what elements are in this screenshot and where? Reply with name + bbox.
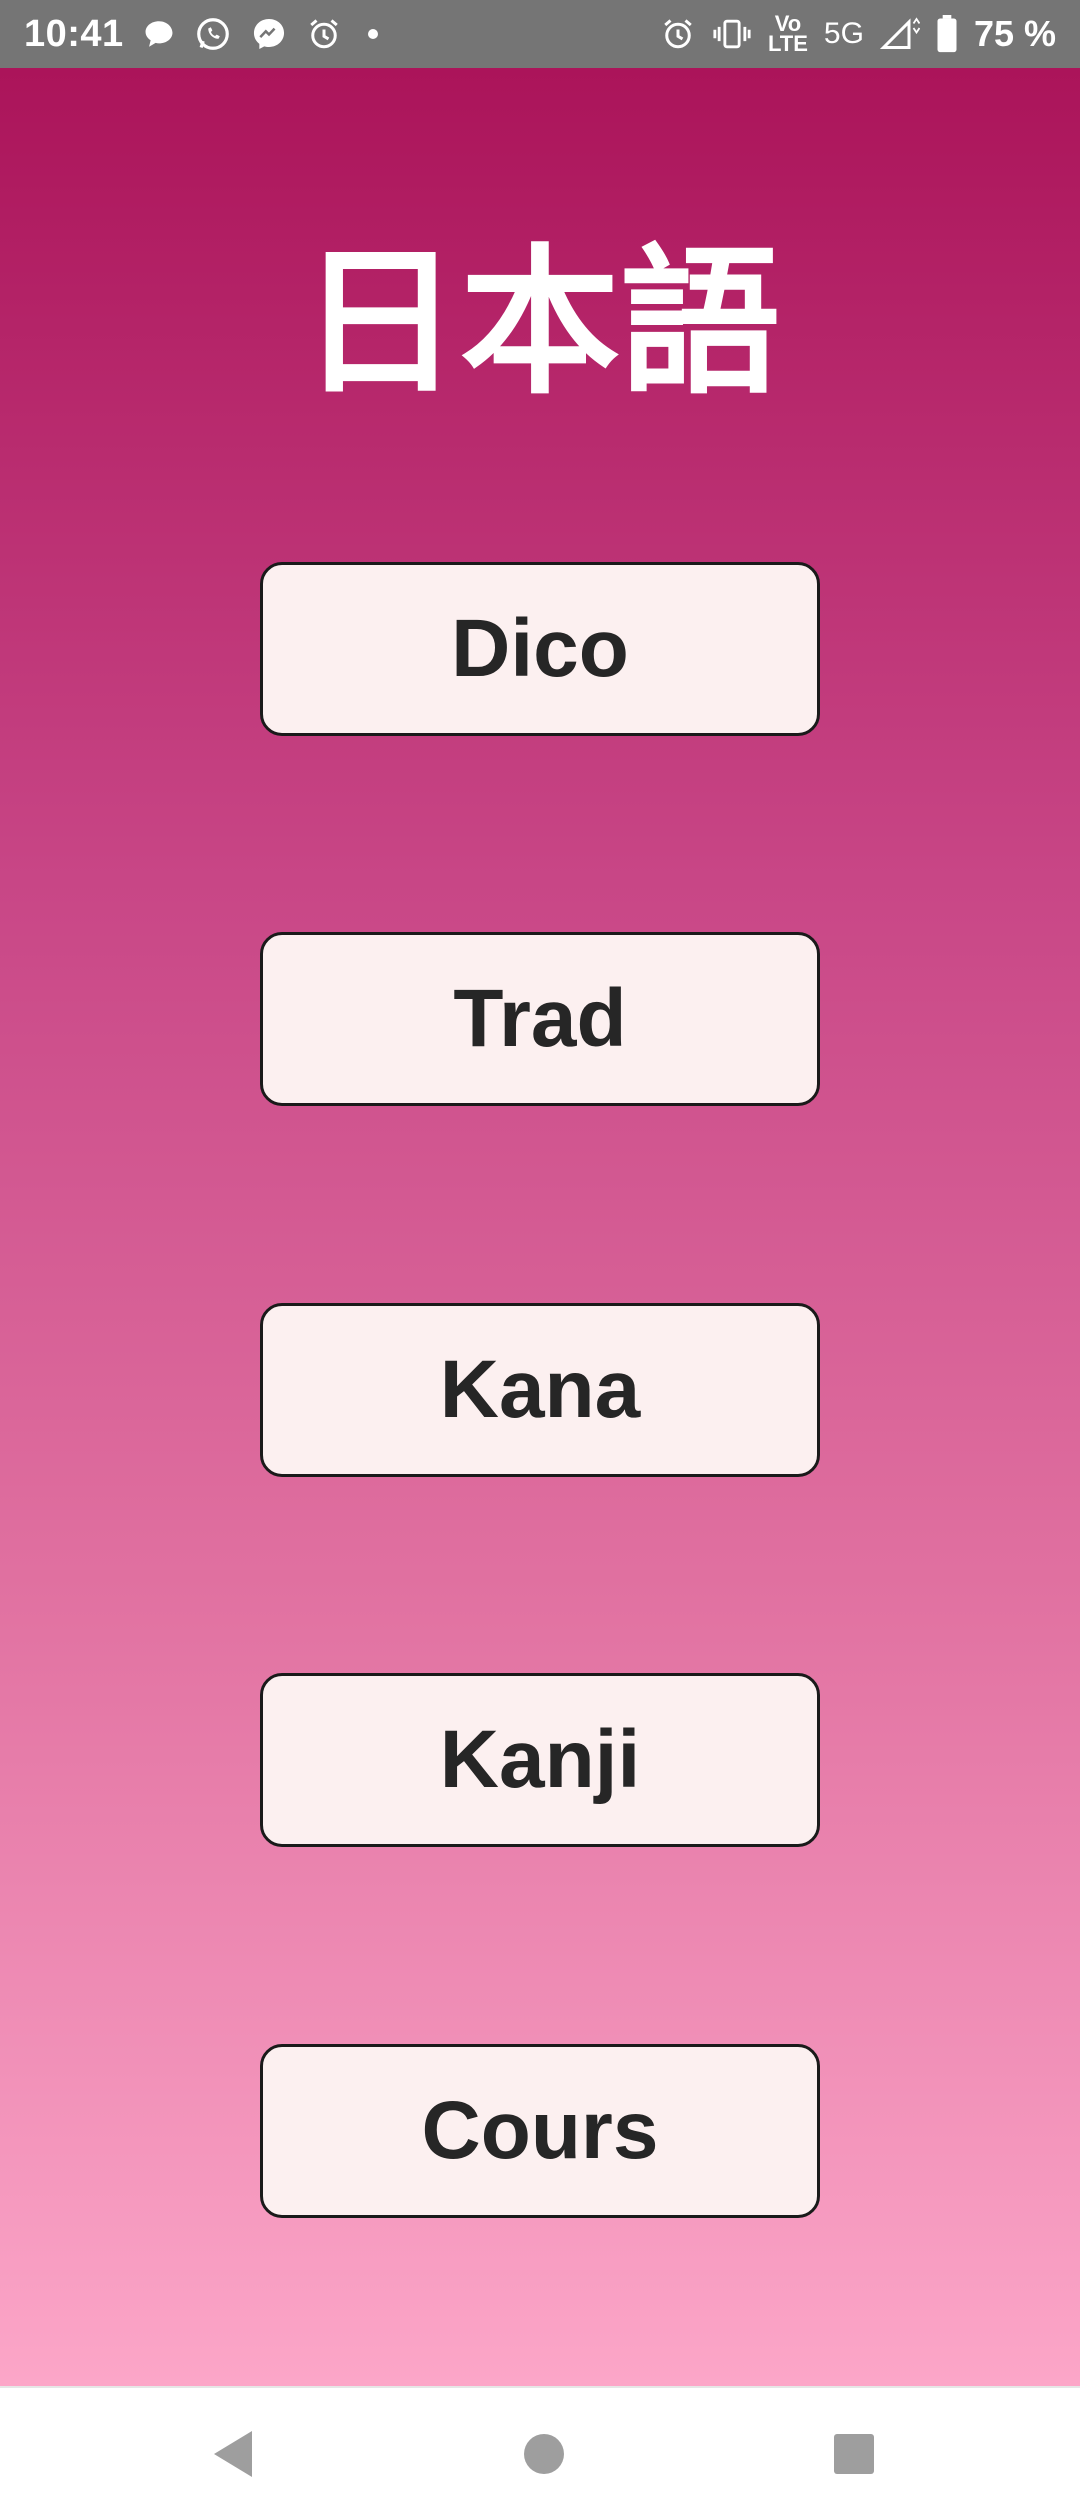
status-right: Vo LTE 5G 75 %: [660, 0, 1056, 68]
battery-percentage: 75 %: [973, 13, 1056, 54]
volte-bottom-label: LTE: [767, 31, 808, 56]
back-icon: [214, 2431, 252, 2477]
whatsapp-icon: [194, 15, 232, 53]
trad-button[interactable]: Trad: [260, 932, 820, 1106]
kana-button[interactable]: Kana: [260, 1303, 820, 1477]
home-icon: [524, 2434, 564, 2474]
signal-icon: [879, 16, 920, 52]
kanji-button[interactable]: Kanji: [260, 1673, 820, 1847]
screen: 10:41 Vo LTE 5G 75 % 日本語 Dico Trad Kana …: [0, 0, 1080, 2520]
back-button[interactable]: [162, 2388, 302, 2520]
recents-icon: [834, 2434, 874, 2474]
alarm-icon: [306, 16, 342, 52]
dico-button[interactable]: Dico: [260, 562, 820, 736]
alarm-icon: [660, 16, 696, 52]
app-title: 日本語: [299, 229, 780, 416]
vibrate-icon: [712, 16, 752, 52]
volte-icon: Vo LTE: [767, 13, 808, 56]
notification-dot-icon: [367, 29, 378, 39]
status-time: 10:41: [24, 12, 124, 55]
battery-icon: [936, 15, 958, 53]
app-content: 日本語 Dico Trad Kana Kanji Cours: [0, 68, 1080, 2386]
status-bar: 10:41 Vo LTE 5G 75 %: [0, 0, 1080, 68]
navigation-bar: [0, 2386, 1080, 2520]
status-left: 10:41: [24, 0, 378, 68]
cours-button[interactable]: Cours: [260, 2044, 820, 2218]
network-type-label: 5G: [823, 17, 864, 50]
chat-bubble-icon: [142, 17, 176, 51]
home-button[interactable]: [474, 2388, 614, 2520]
recents-button[interactable]: [784, 2388, 924, 2520]
messenger-icon: [250, 15, 288, 53]
